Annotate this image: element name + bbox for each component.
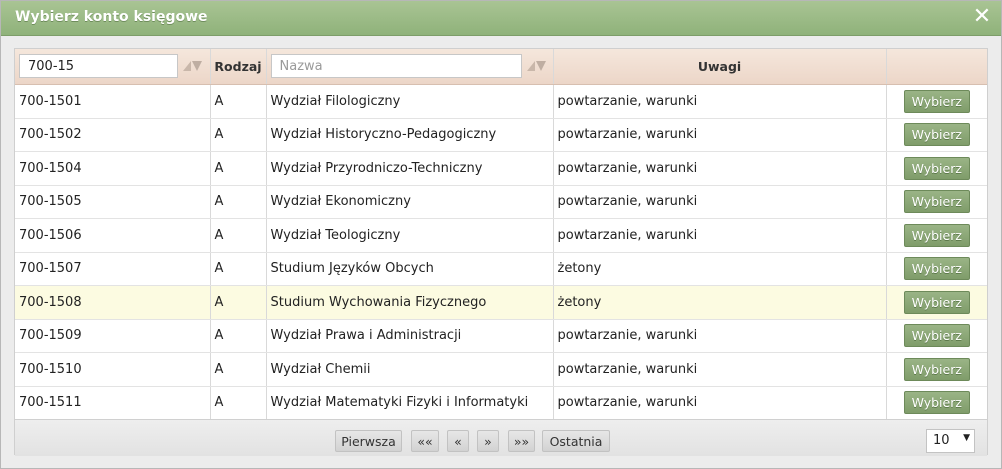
cell-rodzaj: A	[210, 118, 267, 152]
cell-rodzaj: A	[210, 84, 267, 119]
cell-nazwa: Wydział Teologiczny	[266, 218, 554, 253]
dialog-title: Wybierz konto księgowe	[15, 9, 208, 25]
cell-nazwa: Wydział Filologiczny	[266, 84, 554, 119]
cell-uwagi: powtarzanie, warunki	[553, 386, 887, 420]
cell-action: Wybierz	[886, 252, 987, 286]
pager: Pierwsza «« « » »» Ostatnia 10 ▼	[15, 419, 987, 456]
wybierz-button[interactable]: Wybierz	[903, 290, 970, 314]
wybierz-button[interactable]: Wybierz	[903, 223, 970, 247]
cell-action: Wybierz	[886, 285, 987, 320]
prev-block-button[interactable]: ««	[411, 430, 439, 452]
first-page-button[interactable]: Pierwsza	[335, 430, 402, 452]
cell-nazwa: Wydział Ekonomiczny	[266, 185, 554, 219]
table-row[interactable]: 700-1506 A Wydział Teologiczny powtarzan…	[15, 218, 987, 253]
cell-uwagi: powtarzanie, warunki	[553, 319, 887, 353]
nazwa-filter-header	[266, 49, 554, 85]
close-icon[interactable]: ✕	[971, 5, 993, 29]
cell-konto: 700-1506	[15, 218, 211, 253]
nazwa-filter-input[interactable]	[270, 54, 522, 78]
wybierz-button[interactable]: Wybierz	[903, 257, 970, 281]
cell-konto: 700-1508	[15, 285, 211, 320]
table-row[interactable]: 700-1507 A Studium Języków Obcych żetony…	[15, 252, 987, 286]
cell-konto: 700-1504	[15, 151, 211, 186]
cell-action: Wybierz	[886, 319, 987, 353]
cell-nazwa: Wydział Chemii	[266, 352, 554, 387]
cell-konto: 700-1502	[15, 118, 211, 152]
cell-nazwa: Wydział Matematyki Fizyki i Informatyki	[266, 386, 554, 420]
cell-nazwa: Wydział Przyrodniczo-Techniczny	[266, 151, 554, 186]
table-row[interactable]: 700-1511 A Wydział Matematyki Fizyki i I…	[15, 386, 987, 420]
cell-action: Wybierz	[886, 151, 987, 186]
cell-rodzaj: A	[210, 386, 267, 420]
cell-uwagi: żetony	[553, 285, 887, 320]
table-row[interactable]: 700-1509 A Wydział Prawa i Administracji…	[15, 319, 987, 353]
cell-rodzaj: A	[210, 252, 267, 286]
wybierz-button[interactable]: Wybierz	[903, 391, 970, 415]
wybierz-button[interactable]: Wybierz	[903, 357, 970, 381]
dialog-titlebar: Wybierz konto księgowe ✕	[1, 1, 1001, 36]
sort-icon[interactable]	[181, 59, 203, 73]
cell-uwagi: powtarzanie, warunki	[553, 218, 887, 253]
sort-icon[interactable]	[525, 59, 547, 73]
dialog: Wybierz konto księgowe ✕ 700-15 Rodzaj N…	[0, 0, 1002, 469]
cell-konto: 700-1507	[15, 252, 211, 286]
cell-rodzaj: A	[210, 218, 267, 253]
cell-konto: 700-1505	[15, 185, 211, 219]
cell-konto: 700-1509	[15, 319, 211, 353]
cell-action: Wybierz	[886, 118, 987, 152]
cell-uwagi: powtarzanie, warunki	[553, 84, 887, 119]
cell-rodzaj: A	[210, 352, 267, 387]
wybierz-button[interactable]: Wybierz	[903, 89, 970, 113]
konto-filter-header	[15, 49, 211, 85]
wybierz-button[interactable]: Wybierz	[903, 123, 970, 147]
cell-uwagi: żetony	[553, 252, 887, 286]
column-actions	[886, 49, 987, 85]
cell-action: Wybierz	[886, 185, 987, 219]
accounts-grid: Rodzaj Uwagi	[14, 48, 988, 456]
wybierz-button[interactable]: Wybierz	[903, 190, 970, 214]
cell-action: Wybierz	[886, 218, 987, 253]
cell-nazwa: Wydział Historyczno-Pedagogiczny	[266, 118, 554, 152]
cell-action: Wybierz	[886, 352, 987, 387]
prev-page-button[interactable]: «	[447, 430, 469, 452]
cell-action: Wybierz	[886, 386, 987, 420]
cell-uwagi: powtarzanie, warunki	[553, 185, 887, 219]
cell-uwagi: powtarzanie, warunki	[553, 151, 887, 186]
accounts-table: Rodzaj Uwagi	[15, 49, 987, 420]
wybierz-button[interactable]: Wybierz	[903, 324, 970, 348]
wybierz-button[interactable]: Wybierz	[903, 156, 970, 180]
last-page-button[interactable]: Ostatnia	[542, 430, 610, 452]
table-row[interactable]: 700-1501 A Wydział Filologiczny powtarza…	[15, 84, 987, 119]
table-row[interactable]: 700-1502 A Wydział Historyczno-Pedagogic…	[15, 118, 987, 152]
cell-konto: 700-1501	[15, 84, 211, 119]
cell-rodzaj: A	[210, 185, 267, 219]
next-page-button[interactable]: »	[477, 430, 499, 452]
cell-uwagi: powtarzanie, warunki	[553, 118, 887, 152]
chevron-down-icon: ▼	[963, 433, 970, 443]
konto-filter-input[interactable]	[19, 54, 178, 78]
cell-action: Wybierz	[886, 84, 987, 119]
table-row-highlighted[interactable]: 700-1508 A Studium Wychowania Fizycznego…	[15, 285, 987, 320]
cell-nazwa: Studium Wychowania Fizycznego	[266, 285, 554, 320]
cell-konto: 700-1511	[15, 386, 211, 420]
cell-rodzaj: A	[210, 285, 267, 320]
cell-rodzaj: A	[210, 319, 267, 353]
table-row[interactable]: 700-1504 A Wydział Przyrodniczo-Technicz…	[15, 151, 987, 186]
column-rodzaj[interactable]: Rodzaj	[210, 49, 267, 85]
page-size-select[interactable]: 10 ▼	[926, 429, 975, 453]
column-uwagi[interactable]: Uwagi	[553, 49, 887, 85]
cell-konto: 700-1510	[15, 352, 211, 387]
cell-nazwa: Studium Języków Obcych	[266, 252, 554, 286]
cell-nazwa: Wydział Prawa i Administracji	[266, 319, 554, 353]
page-size-value: 10	[933, 433, 950, 448]
table-row[interactable]: 700-1510 A Wydział Chemii powtarzanie, w…	[15, 352, 987, 387]
cell-uwagi: powtarzanie, warunki	[553, 352, 887, 387]
next-block-button[interactable]: »»	[508, 430, 535, 452]
cell-rodzaj: A	[210, 151, 267, 186]
header-row: Rodzaj Uwagi	[15, 49, 987, 85]
table-row[interactable]: 700-1505 A Wydział Ekonomiczny powtarzan…	[15, 185, 987, 219]
